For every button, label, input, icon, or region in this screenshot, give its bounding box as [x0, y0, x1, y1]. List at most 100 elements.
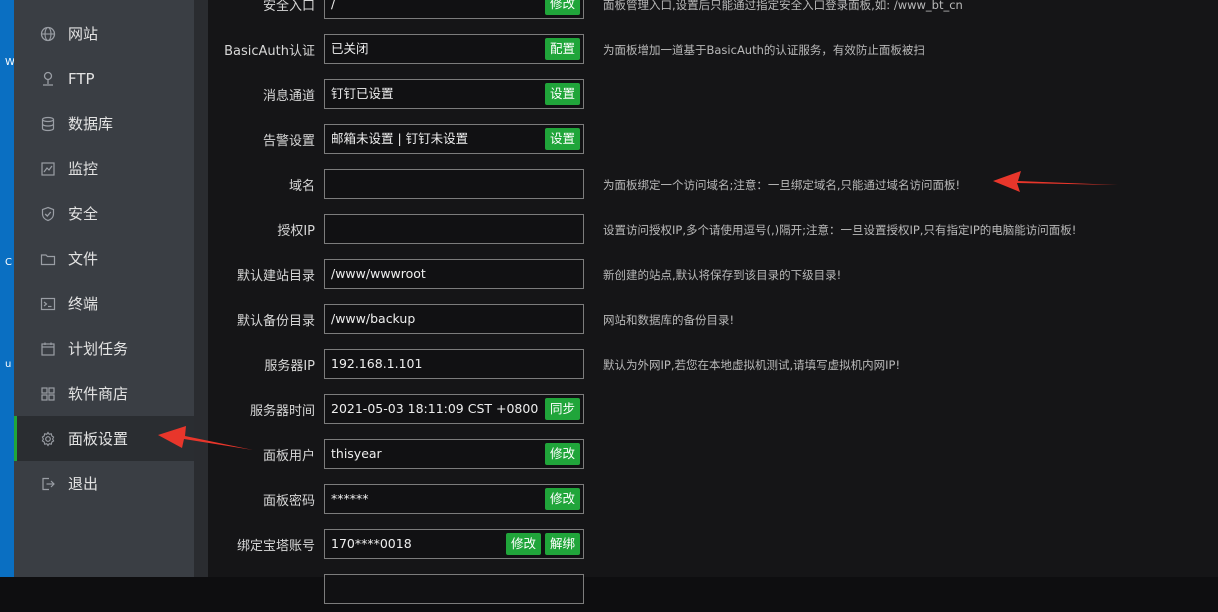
setting-row-message-channel: 消息通道 钉钉已设置 设置	[208, 72, 1218, 117]
panel-settings-form: 安全入口 / 修改 面板管理入口,设置后只能通过指定安全入口登录面板,如: /www_…	[208, 0, 1218, 604]
setting-row-server-ip: 服务器IP 192.168.1.101 默认为外网IP,若您在本地虚拟机测试,请填写…	[208, 342, 1218, 387]
sidebar-item-label: 数据库	[68, 115, 114, 133]
server-time-input[interactable]: 2021-05-03 18:11:09 CST +0800 同步	[324, 394, 584, 424]
alert-settings-set-button[interactable]: 设置	[544, 128, 580, 150]
desktop-glyph: u	[5, 359, 12, 370]
sidebar-item-app-store[interactable]: 软件商店	[14, 371, 194, 416]
default-backup-dir-input[interactable]: /www/backup	[324, 304, 584, 334]
setting-value: thisyear	[331, 446, 382, 461]
setting-row-panel-password: 面板密码 ****** 修改	[208, 477, 1218, 522]
setting-row-default-backup-dir: 默认备份目录/www/backup 网站和数据库的备份目录!	[208, 297, 1218, 342]
setting-value: /	[331, 0, 336, 11]
setting-value: ******	[331, 491, 369, 506]
setting-row-bind-bt-account: 绑定宝塔账号 170****0018 修改 解绑	[208, 522, 1218, 567]
setting-value: 2021-05-03 18:11:09 CST +0800	[331, 401, 539, 416]
sidebar-gutter	[194, 0, 208, 577]
sidebar-item-logout[interactable]: 退出	[14, 461, 194, 506]
calendar-icon	[40, 341, 56, 357]
sidebar-item-monitoring[interactable]: 监控	[14, 146, 194, 191]
gear-icon	[40, 431, 56, 447]
setting-help-text: 设置访问授权IP,多个请使用逗号(,)隔开;注意：一旦设置授权IP,只有指定IP…	[603, 222, 1077, 237]
setting-value: /www/wwwroot	[331, 266, 426, 281]
sidebar-item-label: FTP	[68, 69, 95, 88]
server-ip-input[interactable]: 192.168.1.101	[324, 349, 584, 379]
monitor-icon	[40, 161, 56, 177]
basicauth-configure-button[interactable]: 配置	[544, 38, 580, 60]
setting-label	[208, 567, 315, 612]
terminal-icon	[40, 296, 56, 312]
setting-row-basicauth: BasicAuth认证 已关闭 配置 为面板增加一道基于BasicAuth的认证服务，…	[208, 27, 1218, 72]
sidebar-item-database[interactable]: 数据库	[14, 101, 194, 146]
setting-row-alert-settings: 告警设置 邮箱未设置 | 钉钉未设置 设置	[208, 117, 1218, 162]
security-entry-modify-button[interactable]: 修改	[544, 0, 580, 15]
setting-label: 告警设置	[262, 134, 315, 149]
setting-row-domain: 域名 为面板绑定一个访问域名;注意：一旦绑定域名,只能通过域名访问面板!	[208, 162, 1218, 207]
setting-label: 默认备份目录	[236, 314, 315, 329]
sidebar-item-files[interactable]: 文件	[14, 236, 194, 281]
logout-icon	[40, 476, 56, 492]
setting-label: 默认建站目录	[236, 269, 315, 284]
sidebar-nav: 网站 FTP 数据库监控安全文件 终端计划任务软件商店面板设置退出	[14, 0, 194, 577]
setting-row-next-setting	[208, 567, 1218, 612]
setting-row-default-site-dir: 默认建站目录/www/wwwroot 新创建的站点,默认将保存到该目录的下级目录!	[208, 252, 1218, 297]
message-channel-input[interactable]: 钉钉已设置 设置	[324, 79, 584, 109]
setting-value: 邮箱未设置 | 钉钉未设置	[331, 131, 469, 146]
setting-value: 192.168.1.101	[331, 356, 423, 371]
panel-user-modify-button[interactable]: 修改	[544, 443, 580, 465]
globe-icon	[40, 26, 56, 42]
sidebar-item-terminal[interactable]: 终端	[14, 281, 194, 326]
panel-user-input[interactable]: thisyear 修改	[324, 439, 584, 469]
alert-settings-input[interactable]: 邮箱未设置 | 钉钉未设置 设置	[324, 124, 584, 154]
sidebar-item-label: 软件商店	[68, 385, 129, 403]
authorized-ip-input[interactable]	[324, 214, 584, 244]
grid-icon	[40, 386, 56, 402]
panel-password-input[interactable]: ****** 修改	[324, 484, 584, 514]
folder-icon	[40, 251, 56, 267]
setting-label: 消息通道	[262, 89, 315, 104]
setting-value: /www/backup	[331, 311, 416, 326]
desktop-glyph: C	[5, 257, 12, 268]
sidebar-item-security[interactable]: 安全	[14, 191, 194, 236]
basicauth-input[interactable]: 已关闭 配置	[324, 34, 584, 64]
setting-help-text: 新创建的站点,默认将保存到该目录的下级目录!	[603, 267, 842, 282]
sidebar-item-label: 监控	[68, 160, 99, 178]
sidebar-item-label: 计划任务	[68, 340, 129, 358]
message-channel-set-button[interactable]: 设置	[544, 83, 580, 105]
setting-help-text: 面板管理入口,设置后只能通过指定安全入口登录面板,如: /www_bt_cn	[603, 0, 963, 12]
setting-label: 绑定宝塔账号	[236, 539, 315, 554]
setting-help-text: 网站和数据库的备份目录!	[603, 312, 735, 327]
sidebar-item-label: 面板设置	[68, 430, 129, 448]
setting-help-text: 默认为外网IP,若您在本地虚拟机测试,请填写虚拟机内网IP!	[603, 357, 901, 372]
database-icon	[40, 116, 56, 132]
setting-label: BasicAuth认证	[224, 44, 315, 59]
bind-bt-account-input[interactable]: 170****0018 修改 解绑	[324, 529, 584, 559]
security-entry-input[interactable]: / 修改	[324, 0, 584, 19]
setting-row-server-time: 服务器时间 2021-05-03 18:11:09 CST +0800 同步	[208, 387, 1218, 432]
sidebar-item-cron-tasks[interactable]: 计划任务	[14, 326, 194, 371]
setting-help-text: 为面板增加一道基于BasicAuth的认证服务，有效防止面板被扫	[603, 42, 925, 57]
sidebar-item-label: 网站	[68, 25, 99, 43]
sidebar-item-panel-settings[interactable]: 面板设置	[14, 416, 194, 461]
setting-value: 已关闭	[331, 41, 369, 56]
panel-password-modify-button[interactable]: 修改	[544, 488, 580, 510]
setting-row-panel-user: 面板用户 thisyear 修改	[208, 432, 1218, 477]
setting-label: 服务器IP	[264, 359, 315, 374]
domain-input[interactable]	[324, 169, 584, 199]
desktop-background: W C u	[0, 0, 15, 577]
sidebar-item-websites[interactable]: 网站	[14, 11, 194, 56]
bind-bt-account-modify-button[interactable]: 修改	[505, 533, 541, 555]
sidebar-item-label: 安全	[68, 205, 99, 223]
setting-value: 170****0018	[331, 536, 412, 551]
setting-value: 钉钉已设置	[331, 86, 394, 101]
setting-row-security-entry: 安全入口 / 修改 面板管理入口,设置后只能通过指定安全入口登录面板,如: /www_…	[208, 0, 1218, 27]
setting-label: 域名	[288, 179, 315, 194]
setting-help-text: 为面板绑定一个访问域名;注意：一旦绑定域名,只能通过域名访问面板!	[603, 177, 961, 192]
sidebar-item-ftp[interactable]: FTP	[14, 56, 194, 101]
setting-row-authorized-ip: 授权IP 设置访问授权IP,多个请使用逗号(,)隔开;注意：一旦设置授权IP,只有…	[208, 207, 1218, 252]
next-setting-input[interactable]	[324, 574, 584, 604]
setting-label: 授权IP	[277, 224, 315, 239]
default-site-dir-input[interactable]: /www/wwwroot	[324, 259, 584, 289]
bind-bt-account-unbind-button[interactable]: 解绑	[544, 533, 580, 555]
shield-icon	[40, 206, 56, 222]
server-time-sync-button[interactable]: 同步	[544, 398, 580, 420]
